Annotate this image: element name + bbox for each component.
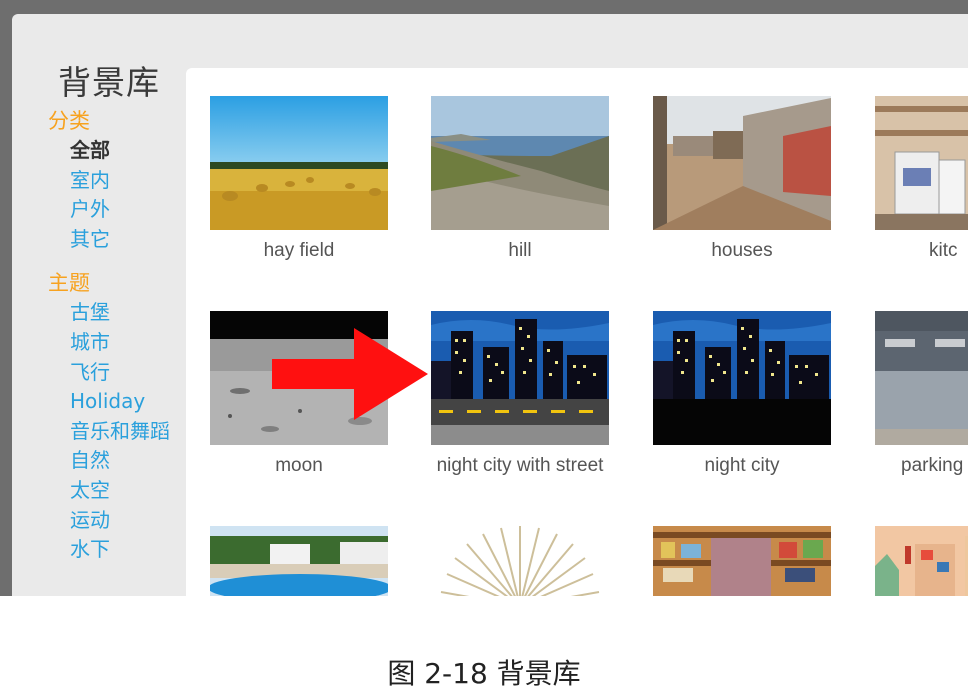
- hill-thumbnail: [431, 96, 609, 230]
- sidebar-item-city[interactable]: 城市: [48, 328, 183, 358]
- pool-thumbnail: [210, 526, 388, 596]
- tile-label: kitc: [929, 240, 958, 261]
- night-city-with-street-thumbnail: [431, 311, 609, 445]
- rays-thumbnail: [431, 526, 609, 596]
- backdrop-tile-pool[interactable]: [210, 526, 388, 596]
- kitchen-thumbnail: [875, 96, 968, 230]
- screenshot: 背景库 分类 全部 室内 户外 其它 主题 古堡 城市 飞行 Holiday 音…: [0, 0, 968, 596]
- sidebar-item-other[interactable]: 其它: [48, 225, 183, 255]
- sidebar-item-sports[interactable]: 运动: [48, 506, 183, 536]
- backdrop-tile-kitchen[interactable]: kitc: [875, 96, 968, 262]
- sidebar: 分类 全部 室内 户外 其它 主题 古堡 城市 飞行 Holiday 音乐和舞蹈…: [48, 106, 183, 565]
- arrow-shape: [272, 328, 428, 420]
- backdrop-tile-hill[interactable]: hill: [431, 96, 609, 262]
- tile-label: parking: [901, 455, 964, 476]
- houses-thumbnail: [653, 96, 831, 230]
- dialog-title: 背景库: [58, 63, 160, 102]
- room-thumbnail: [653, 526, 831, 596]
- backdrop-tile-houses[interactable]: houses: [653, 96, 831, 262]
- sidebar-item-nature[interactable]: 自然: [48, 446, 183, 476]
- sidebar-item-space[interactable]: 太空: [48, 476, 183, 506]
- sidebar-item-flying[interactable]: 飞行: [48, 358, 183, 388]
- sidebar-heading-category: 分类: [48, 109, 90, 133]
- backdrop-tile-bedroom[interactable]: [875, 526, 968, 596]
- sidebar-item-holiday[interactable]: Holiday: [48, 387, 183, 417]
- night-city-thumbnail: [653, 311, 831, 445]
- hay-field-thumbnail: [210, 96, 388, 230]
- sidebar-item-castle[interactable]: 古堡: [48, 298, 183, 328]
- backdrop-tile-hay-field[interactable]: hay field: [210, 96, 388, 262]
- tile-label: hay field: [263, 240, 335, 261]
- sidebar-item-music-dance[interactable]: 音乐和舞蹈: [48, 417, 183, 447]
- backdrop-tile-parking[interactable]: parking: [875, 311, 968, 477]
- sidebar-item-outdoors[interactable]: 户外: [48, 195, 183, 225]
- figure-caption: 图 2-18 背景库: [387, 657, 581, 690]
- parking-thumbnail: [875, 311, 968, 445]
- backdrop-tile-rays[interactable]: [431, 526, 609, 596]
- sidebar-heading-theme: 主题: [48, 271, 90, 296]
- red-arrow-annotation: [272, 328, 428, 420]
- bedroom-thumbnail: [875, 526, 968, 596]
- backdrop-tile-room[interactable]: [653, 526, 831, 596]
- sidebar-item-indoors[interactable]: 室内: [48, 166, 183, 196]
- tile-label: houses: [711, 240, 773, 261]
- backdrop-tile-night-city-with-street[interactable]: night city with street: [431, 311, 609, 477]
- tile-label: moon: [275, 455, 323, 476]
- tile-label: hill: [508, 240, 532, 261]
- backdrop-tile-night-city[interactable]: night city: [653, 311, 831, 477]
- tile-label: night city: [704, 455, 780, 476]
- tile-label: night city with street: [436, 455, 604, 476]
- sidebar-item-all[interactable]: 全部: [48, 136, 183, 166]
- sidebar-item-underwater[interactable]: 水下: [48, 535, 183, 565]
